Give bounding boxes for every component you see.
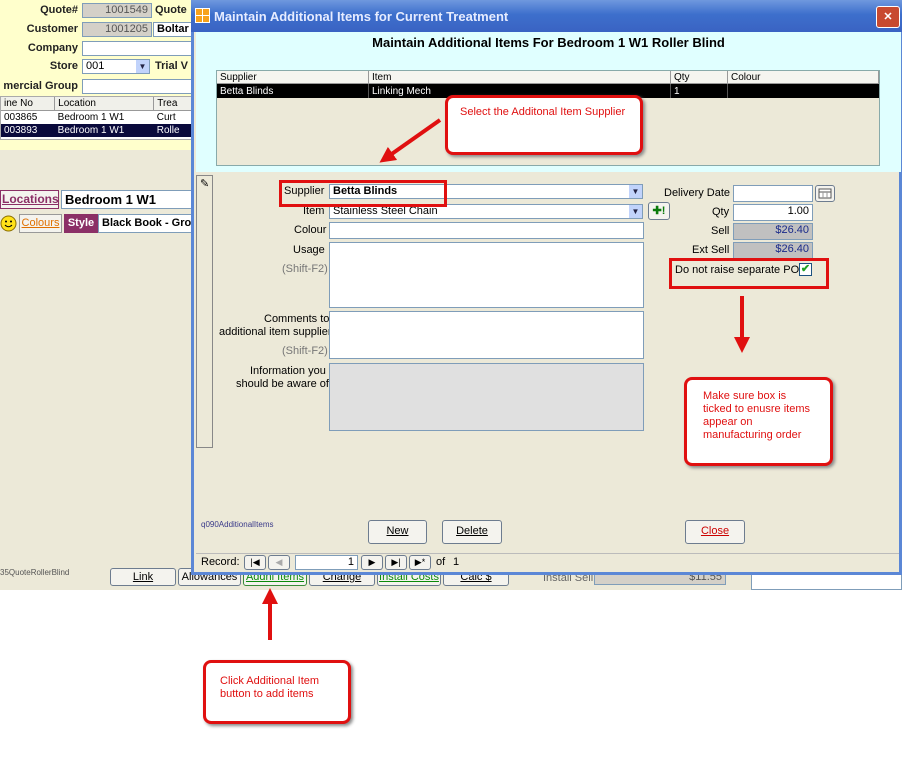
annotation-arrows [262, 118, 750, 640]
supplier-arrow [379, 118, 442, 163]
